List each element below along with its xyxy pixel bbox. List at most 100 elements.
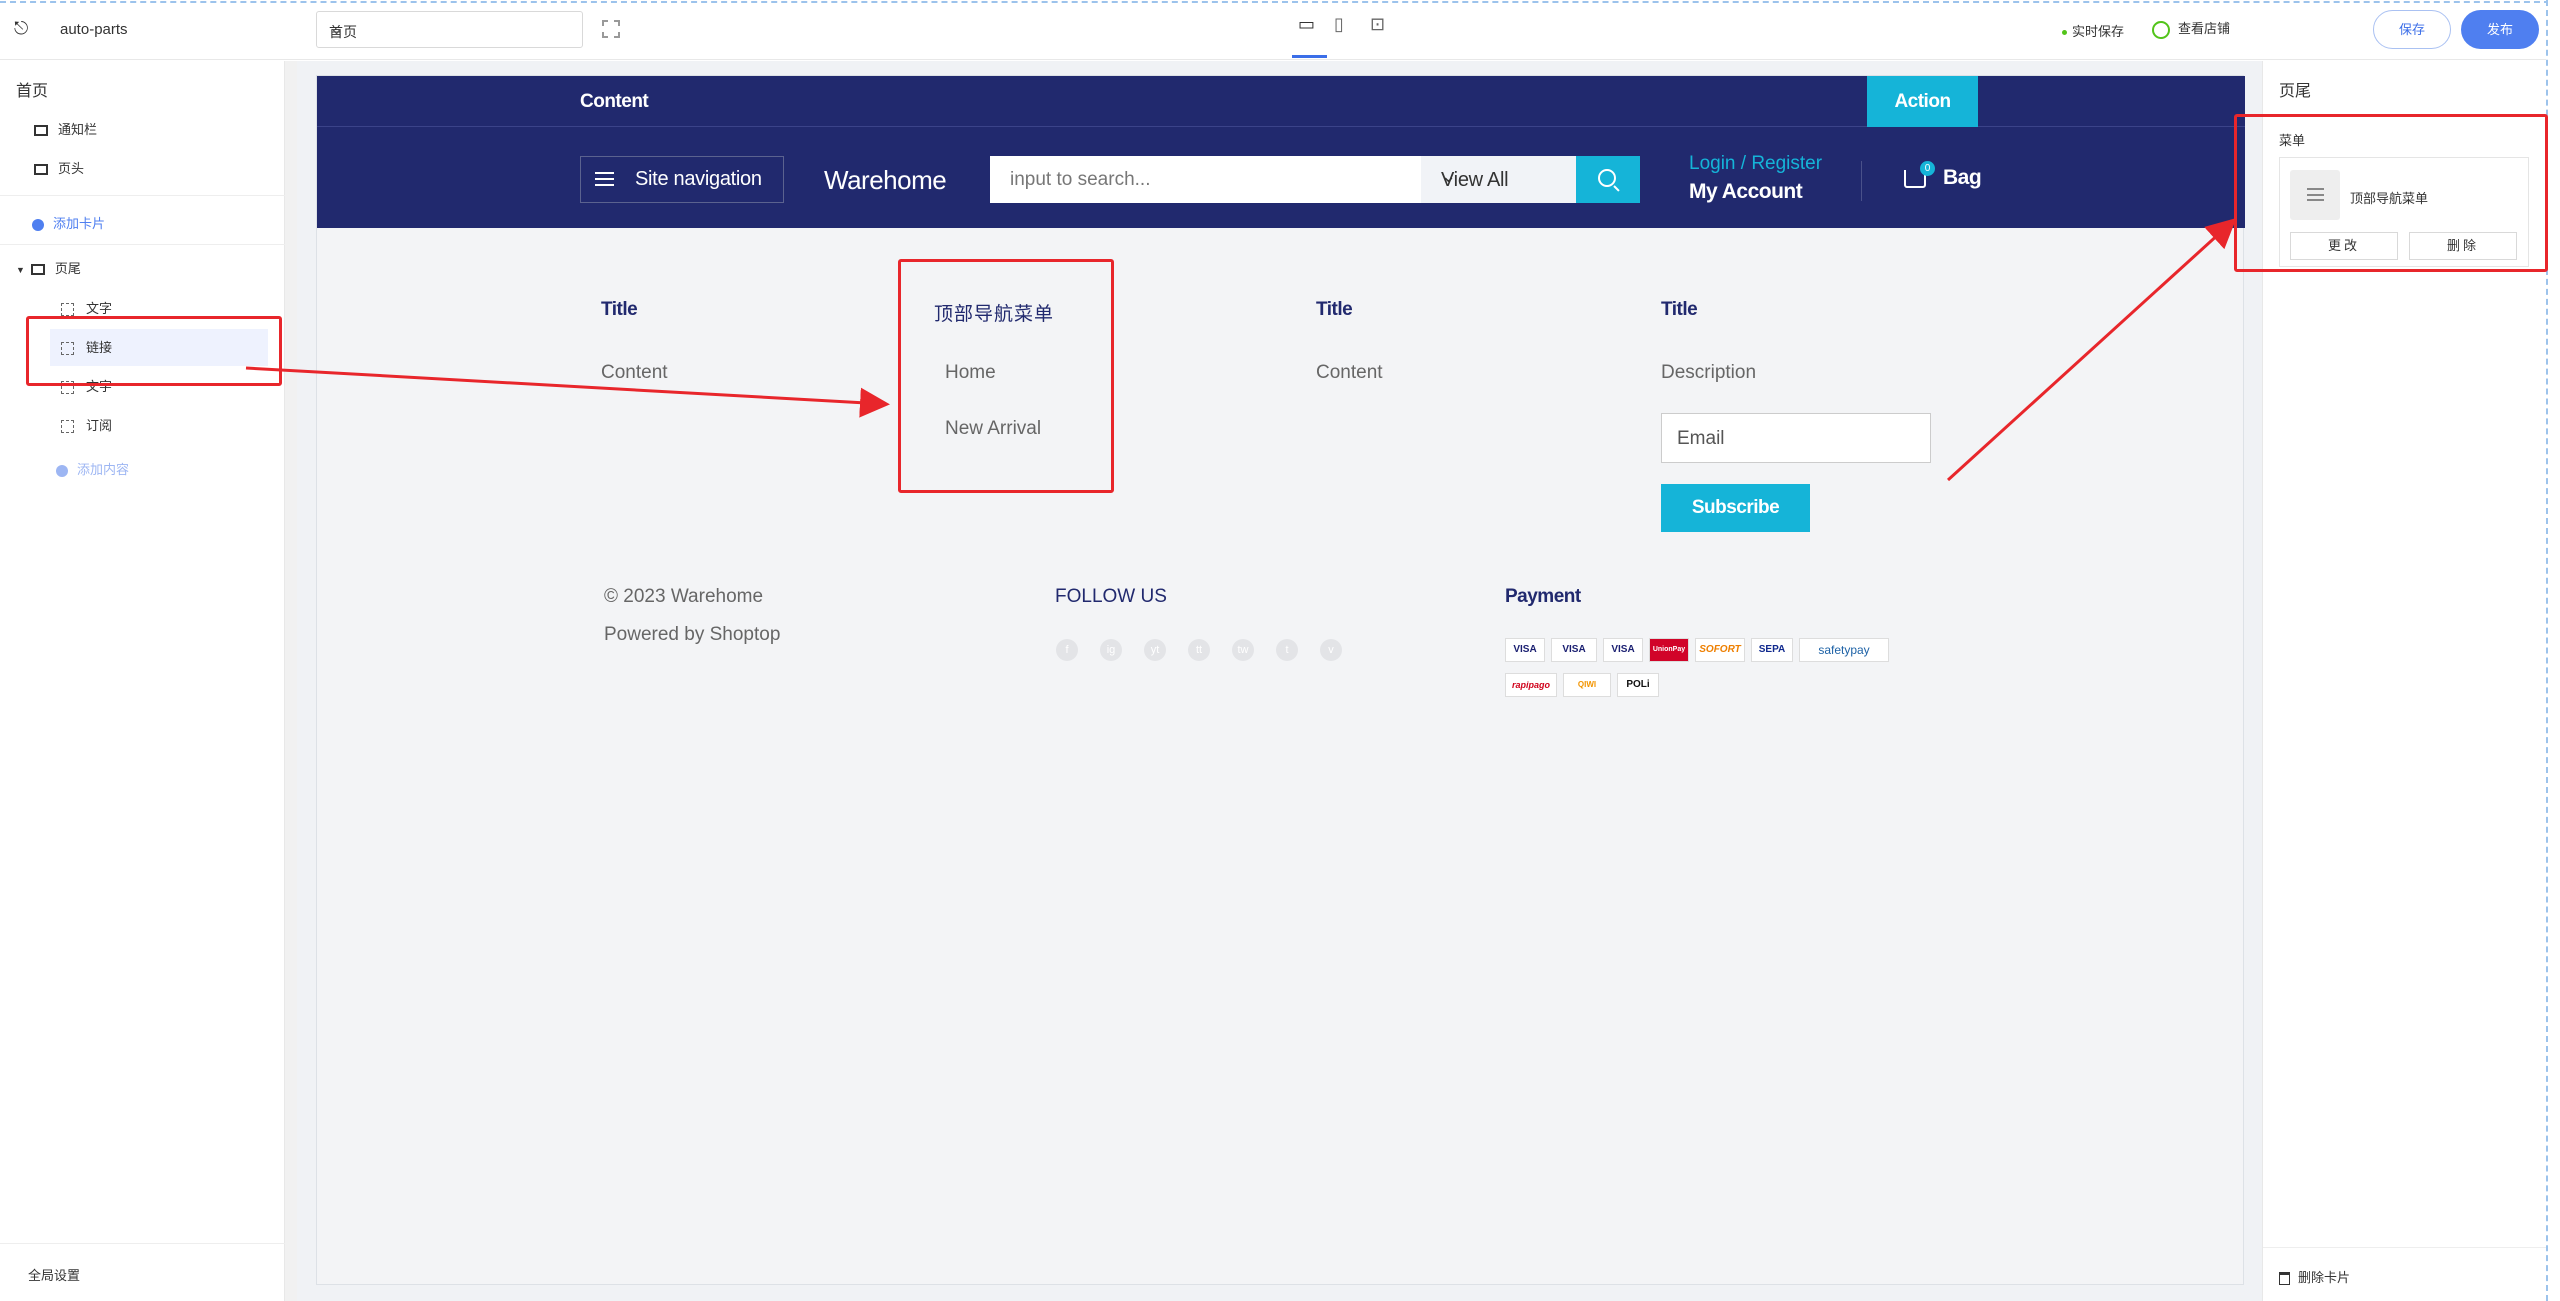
unionpay-badge: UnionPay: [1649, 638, 1689, 662]
view-store-link[interactable]: 查看店铺: [2152, 18, 2230, 39]
footer-menu-link-new-arrival[interactable]: New Arrival: [945, 418, 1041, 440]
visa-badge: VISA: [1505, 638, 1545, 662]
site-header[interactable]: Site navigation Warehome input to search…: [317, 127, 2245, 228]
footer-col4-title: Title: [1661, 299, 1698, 320]
block-icon: [61, 342, 74, 356]
add-content-label: 添加内容: [77, 462, 130, 477]
footer-email-input[interactable]: Email: [1661, 413, 1931, 463]
view-store-label: 查看店铺: [2178, 21, 2231, 36]
visa-debit-badge: VISA: [1603, 638, 1643, 662]
sepa-badge: SEPA: [1751, 638, 1793, 662]
twitter-icon[interactable]: tw: [1232, 639, 1254, 661]
exit-icon[interactable]: ⎋: [14, 18, 36, 40]
cart-count-badge: 0: [1920, 161, 1935, 176]
right-dashed-guide: [2546, 0, 2560, 1301]
follow-us-title: FOLLOW US: [1055, 586, 1167, 607]
vimeo-icon[interactable]: v: [1320, 639, 1342, 661]
add-card-label: 添加卡片: [53, 216, 106, 231]
tiktok-icon[interactable]: tt: [1188, 639, 1210, 661]
tree-child-text[interactable]: 文字: [61, 294, 112, 324]
right-panel-title: 页尾: [2279, 83, 2312, 100]
email-placeholder: Email: [1677, 428, 1725, 449]
select-tool-icon[interactable]: [602, 20, 620, 38]
page-select[interactable]: 首页 ⌄: [316, 11, 583, 48]
code-icon[interactable]: ⊡: [1370, 14, 1385, 38]
footer-col3-title: Title: [1316, 299, 1353, 320]
tree-child-label: 订阅: [86, 418, 113, 433]
plus-icon: [32, 218, 44, 231]
divider: [0, 195, 285, 196]
tree-item-label: 页头: [58, 161, 85, 176]
footer-icon: [30, 264, 45, 276]
search-button[interactable]: [1576, 156, 1640, 203]
safetypay-badge: safetypay: [1799, 638, 1889, 662]
delete-menu-button[interactable]: 删除: [2409, 232, 2517, 260]
youtube-icon[interactable]: yt: [1144, 639, 1166, 661]
chevron-down-icon: ⌄: [329, 18, 345, 38]
tree-item-label: 页尾: [54, 261, 81, 276]
trash-icon: [2279, 1272, 2290, 1286]
menu-card: 顶部导航菜单 更改 删除: [2279, 157, 2529, 267]
menu-icon: [595, 172, 614, 186]
visa-electron-badge: VISA: [1551, 638, 1597, 662]
footer-col1-text: Content: [601, 362, 668, 383]
search-placeholder: input to search...: [1010, 169, 1151, 190]
subscribe-button[interactable]: Subscribe: [1661, 484, 1810, 532]
editor-topbar: ⎋ auto-parts 首页 ⌄ ▭ ▯ ⊡ 实时保存 查看店铺 保存 发布: [0, 0, 2560, 60]
notice-bar-icon: [34, 125, 48, 137]
login-register-link[interactable]: Login / Register: [1689, 153, 1822, 175]
tree-child-text-2[interactable]: 文字: [61, 372, 112, 402]
tree-child-label: 文字: [86, 379, 113, 394]
tablet-icon[interactable]: ▯: [1334, 14, 1344, 38]
tree-item-footer[interactable]: ▼ 页尾: [16, 254, 81, 284]
store-name: auto-parts: [60, 21, 128, 38]
tree-child-label: 文字: [86, 301, 113, 316]
add-card-button[interactable]: 添加卡片: [32, 213, 105, 232]
top-dashed-guide: [0, 1, 2560, 3]
chevron-down-icon: ⌄: [1441, 166, 1456, 186]
publish-button[interactable]: 发布: [2461, 10, 2539, 49]
announcement-action-button[interactable]: Action: [1867, 76, 1978, 127]
save-button[interactable]: 保存: [2373, 10, 2451, 49]
delete-card-button[interactable]: 删除卡片: [2279, 1267, 2350, 1286]
menu-section-label: 菜单: [2279, 133, 2306, 148]
search-icon: [1598, 169, 1616, 187]
store-icon: [2152, 20, 2170, 39]
tree-item-notice-bar[interactable]: 通知栏: [34, 115, 97, 145]
autosave-status: 实时保存: [2062, 21, 2124, 40]
footer-menu-link-home[interactable]: Home: [945, 362, 996, 384]
tree-child-subscribe[interactable]: 订阅: [61, 411, 112, 441]
tree-child-link[interactable]: 链接: [61, 333, 112, 363]
instagram-icon[interactable]: ig: [1100, 639, 1122, 661]
poli-badge: POLi: [1617, 673, 1659, 697]
list-icon: [2307, 188, 2324, 201]
tree-item-header[interactable]: 页头: [34, 154, 84, 184]
block-icon: [61, 303, 74, 317]
footer-col3-text: Content: [1316, 362, 1383, 383]
search-input[interactable]: input to search...: [990, 156, 1421, 203]
menu-thumbnail: [2290, 170, 2340, 220]
add-content-button[interactable]: 添加内容: [56, 459, 129, 478]
my-account-link[interactable]: My Account: [1689, 180, 1803, 204]
site-logo[interactable]: Warehome: [824, 165, 947, 196]
desktop-icon[interactable]: ▭: [1298, 14, 1315, 38]
bag-link[interactable]: Bag: [1943, 166, 1982, 190]
divider: [0, 244, 285, 245]
global-settings-link[interactable]: 全局设置: [28, 1265, 80, 1284]
powered-by-text: Powered by Shoptop: [604, 624, 781, 645]
plus-icon: [56, 464, 68, 477]
right-panel: 页尾 菜单 顶部导航菜单 更改 删除 删除卡片: [2262, 61, 2547, 1301]
header-separator: [1861, 161, 1862, 201]
search-category-select[interactable]: View All ⌄: [1421, 156, 1576, 203]
left-scrollbar[interactable]: [285, 61, 297, 1301]
qiwi-badge: QIWI: [1563, 673, 1611, 697]
announcement-bar[interactable]: Content Action: [317, 76, 2245, 127]
change-menu-button[interactable]: 更改: [2290, 232, 2398, 260]
site-navigation-button[interactable]: Site navigation: [580, 156, 784, 203]
rapipago-badge: rapipago: [1505, 673, 1557, 697]
divider: [0, 1243, 285, 1244]
block-icon: [61, 381, 74, 395]
facebook-icon[interactable]: f: [1056, 639, 1078, 661]
device-active-indicator: [1292, 55, 1327, 58]
tumblr-icon[interactable]: t: [1276, 639, 1298, 661]
